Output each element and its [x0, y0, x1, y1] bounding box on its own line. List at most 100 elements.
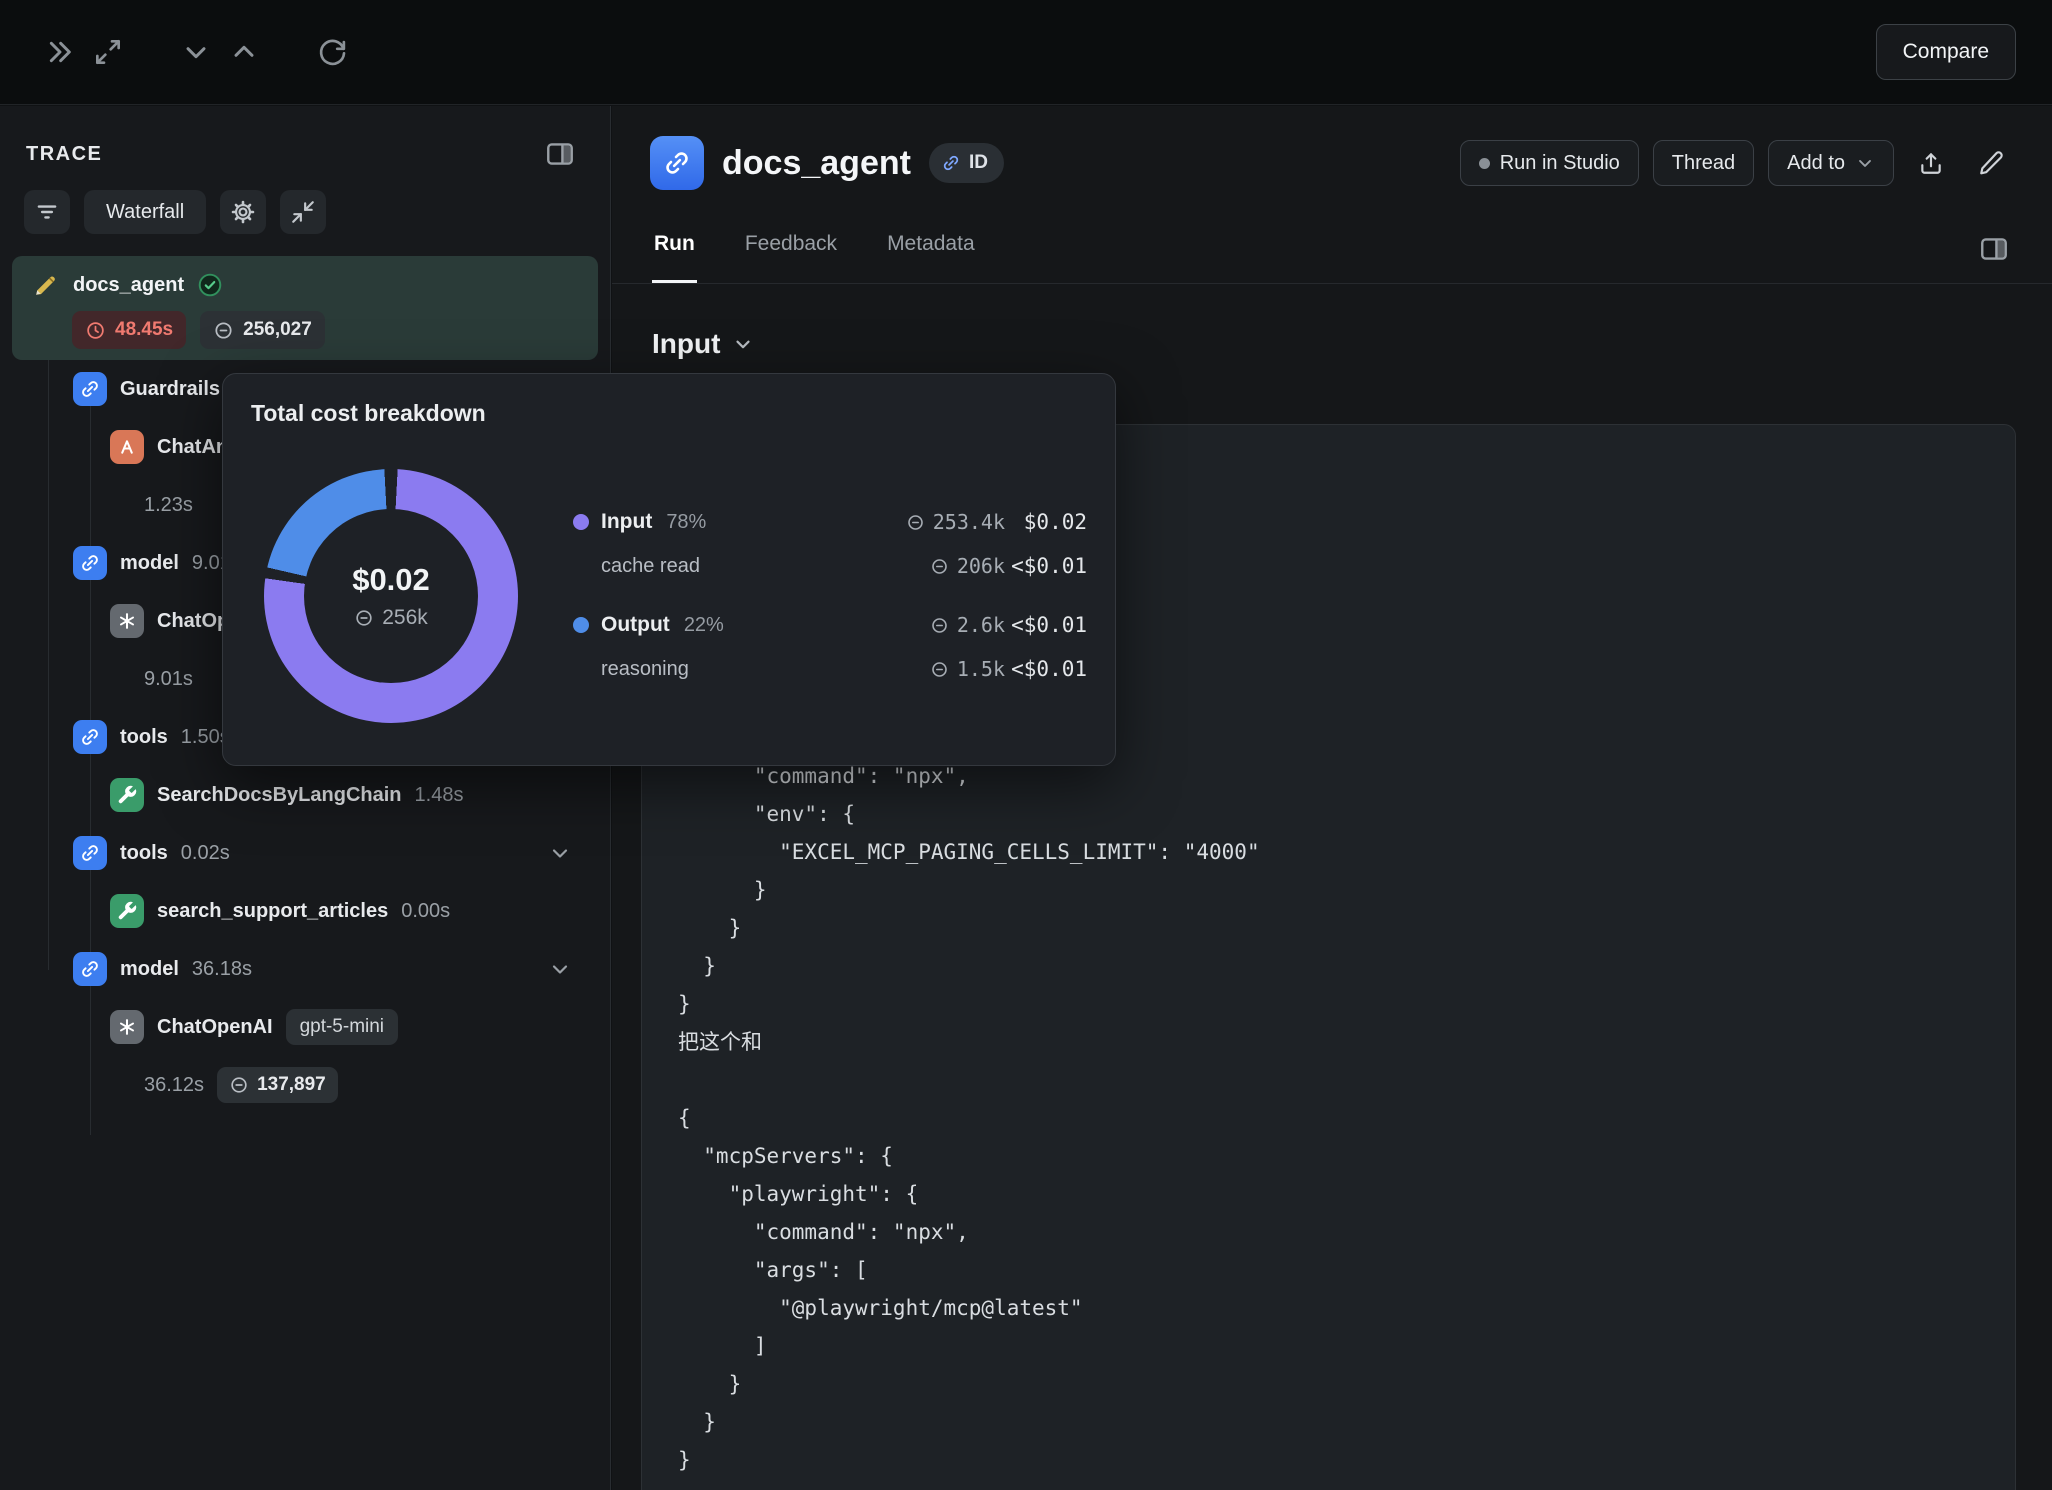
wrench-tool-icon: [110, 778, 144, 812]
add-to-button[interactable]: Add to: [1768, 140, 1894, 186]
span-duration: 9.01s: [144, 668, 193, 691]
openai-icon: [110, 1010, 144, 1044]
token-count-badge[interactable]: 137,897: [217, 1067, 338, 1103]
trace-viewer-app: Compare TRACE Waterfall docs_agent: [0, 0, 2052, 1490]
span-duration: 0.02s: [181, 842, 230, 865]
view-mode-waterfall-button[interactable]: Waterfall: [84, 190, 206, 234]
collapse-panel-button[interactable]: [36, 28, 84, 76]
cost-donut-chart: $0.02 256k: [264, 469, 518, 723]
root-span-name: docs_agent: [73, 274, 184, 297]
span-duration: 1.48s: [415, 784, 464, 807]
id-label: ID: [969, 152, 988, 174]
cost-row-cache-read: cache read 206k <$0.01: [573, 544, 1087, 588]
cost-label: Output: [601, 613, 670, 637]
run-header: docs_agent ID Run in Studio Thread Add t…: [612, 106, 2052, 190]
cost-label: reasoning: [601, 658, 689, 681]
compare-button[interactable]: Compare: [1876, 24, 2016, 80]
share-export-button[interactable]: [1908, 140, 1954, 186]
expand-icon: [92, 36, 124, 68]
trace-panel-toggle-button[interactable]: [536, 130, 584, 178]
chevron-down-icon: [732, 333, 754, 355]
chain-link-icon: [73, 372, 107, 406]
trace-panel-title: TRACE: [26, 143, 102, 166]
upload-share-icon: [1918, 150, 1944, 176]
tab-run[interactable]: Run: [652, 218, 697, 283]
run-id-badge[interactable]: ID: [929, 143, 1004, 183]
cost-label: cache read: [601, 555, 700, 578]
span-label: model: [120, 552, 179, 575]
token-icon: [930, 660, 949, 679]
tab-metadata[interactable]: Metadata: [885, 218, 977, 283]
cost-percent: 22%: [684, 614, 724, 637]
refresh-icon: [316, 36, 348, 68]
span-duration: 36.12s: [144, 1074, 204, 1097]
span-row-searchdocs[interactable]: SearchDocsByLangChain 1.48s: [0, 766, 610, 824]
thread-button[interactable]: Thread: [1653, 140, 1754, 186]
token-icon: [354, 608, 374, 628]
token-icon: [229, 1075, 249, 1095]
span-label: tools: [120, 726, 168, 749]
trace-root-row-selected[interactable]: docs_agent 48.45s 256,027: [12, 256, 598, 360]
token-count-badge[interactable]: 256,027: [200, 311, 325, 349]
token-icon: [930, 616, 949, 635]
span-row-tools-2[interactable]: tools 0.02s: [0, 824, 610, 882]
success-check-icon: [197, 272, 223, 298]
span-meta-row: 36.12s 137,897: [0, 1056, 610, 1114]
chain-link-icon: [650, 136, 704, 190]
top-toolbar: Compare: [0, 0, 2052, 105]
cost-row-output: Output 22% 2.6k <$0.01: [573, 603, 1087, 647]
cost-value: <$0.01: [1005, 613, 1087, 637]
span-row-chatopenai-2[interactable]: ChatOpenAI gpt-5-mini: [0, 998, 610, 1056]
double-chevron-right-icon: [44, 36, 76, 68]
collapse-all-button[interactable]: [280, 190, 326, 234]
tab-feedback[interactable]: Feedback: [743, 218, 839, 283]
run-title: docs_agent: [722, 144, 911, 183]
run-in-studio-label: Run in Studio: [1500, 152, 1620, 175]
chain-link-icon: [941, 153, 961, 173]
total-token-count: 256k: [382, 606, 428, 630]
wrench-tool-icon: [110, 894, 144, 928]
refresh-button[interactable]: [308, 28, 356, 76]
detail-panel-toggle-button[interactable]: [1970, 225, 2018, 273]
next-run-button[interactable]: [220, 28, 268, 76]
pencil-agent-icon: [32, 271, 60, 299]
trace-toolbar: Waterfall: [0, 190, 610, 234]
chain-link-icon: [73, 720, 107, 754]
chevron-down-icon: [180, 36, 212, 68]
cost-label: Input: [601, 510, 652, 534]
span-duration: 1.23s: [144, 494, 193, 517]
span-label: search_support_articles: [157, 900, 388, 923]
token-count: 137,897: [257, 1074, 326, 1096]
edit-annotate-button[interactable]: [1968, 140, 2014, 186]
total-cost-value: $0.02: [352, 562, 430, 598]
anthropic-icon: [110, 430, 144, 464]
cost-breakdown-tooltip: Total cost breakdown $0.02 256k Input 78…: [222, 373, 1116, 766]
expand-fullscreen-button[interactable]: [84, 28, 132, 76]
span-row-search-support-articles[interactable]: search_support_articles 0.00s: [0, 882, 610, 940]
span-duration: 36.18s: [192, 958, 252, 981]
split-panel-icon: [544, 138, 576, 170]
previous-run-button[interactable]: [172, 28, 220, 76]
input-color-dot: [573, 514, 589, 530]
output-color-dot: [573, 617, 589, 633]
cost-value: $0.02: [1005, 510, 1087, 534]
trace-sidebar: TRACE Waterfall docs_agent: [0, 106, 611, 1490]
cost-percent: 78%: [666, 511, 706, 534]
run-detail-panel: docs_agent ID Run in Studio Thread Add t…: [612, 106, 2052, 1490]
tooltip-title: Total cost breakdown: [251, 400, 486, 427]
cost-value: <$0.01: [1005, 657, 1087, 681]
filter-button[interactable]: [24, 190, 70, 234]
run-in-studio-button[interactable]: Run in Studio: [1460, 140, 1639, 186]
chain-link-icon: [73, 836, 107, 870]
run-actions: Run in Studio Thread Add to: [1460, 140, 2014, 186]
chevron-down-icon[interactable]: [548, 957, 572, 981]
edit-pencil-icon: [1978, 150, 2004, 176]
chevron-down-icon[interactable]: [548, 841, 572, 865]
token-count: 206k: [957, 554, 1005, 578]
token-count: 1.5k: [957, 657, 1005, 681]
span-row-model-2[interactable]: model 36.18s: [0, 940, 610, 998]
input-section-header[interactable]: Input: [652, 328, 2012, 360]
chevron-up-icon: [228, 36, 260, 68]
trace-settings-button[interactable]: [220, 190, 266, 234]
span-label: SearchDocsByLangChain: [157, 784, 402, 807]
